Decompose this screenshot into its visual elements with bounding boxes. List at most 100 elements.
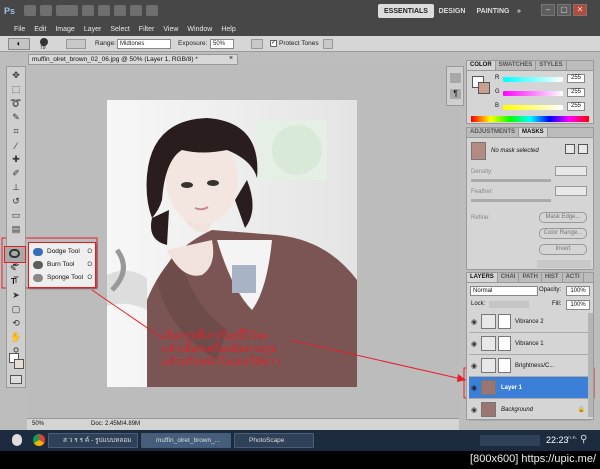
3d-rotate-tool-icon[interactable]: ⟲ (9, 317, 23, 330)
channel-r-label: R (495, 75, 500, 81)
channel-b-value[interactable]: 255 (567, 102, 585, 111)
path-select-tool-icon[interactable]: ➤ (9, 289, 23, 302)
clone-stamp-tool-icon[interactable]: ⊥ (9, 181, 23, 194)
visibility-eye-icon[interactable]: ◉ (469, 384, 479, 392)
layer-thumbnail (481, 380, 496, 395)
tab-styles[interactable]: STYLES (536, 61, 567, 70)
dodge-tool-label: Dodge Tool (47, 248, 80, 255)
adjustment-icon (481, 336, 496, 351)
layer-mask-thumb[interactable] (498, 336, 511, 351)
clock-date: ก.ค. (568, 435, 578, 441)
tools-panel: ✥ ⬚ ➰ ✎ ⌗ ⁄ ✚ ✐ ⊥ ↺ ▭ ▤ ✒ T ➤ ▢ ⟲ ✋ ⚲ (6, 66, 26, 388)
mask-edge-button[interactable]: Mask Edge... (539, 212, 587, 223)
search-icon[interactable]: ⚲ (580, 434, 587, 445)
quick-mask-icon[interactable] (10, 375, 22, 384)
visibility-eye-icon[interactable]: ◉ (469, 340, 479, 348)
masks-panel: ADJUSTMENTS MASKS No mask selected Densi… (466, 127, 594, 270)
zoom-field[interactable]: 50% (32, 419, 44, 430)
channel-b-slider[interactable] (503, 105, 563, 110)
burn-tool-item[interactable]: Burn Tool O (33, 259, 95, 270)
visibility-eye-icon[interactable]: ◉ (469, 318, 479, 326)
lasso-tool-icon[interactable]: ➰ (9, 97, 23, 110)
invert-button[interactable]: Invert (539, 244, 587, 255)
blend-mode-select[interactable]: Normal (470, 286, 538, 296)
fill-field[interactable]: 100% (566, 300, 590, 310)
doc-size-info: Doc: 2.45M/4.89M (91, 421, 141, 427)
tab-history[interactable]: HIST (542, 273, 563, 282)
feather-field[interactable] (555, 186, 587, 196)
layers-scrollbar[interactable] (588, 313, 593, 417)
layer-row-brightness[interactable]: ◉ Brightness/C... (469, 355, 591, 377)
brush-tool-icon[interactable]: ✐ (9, 167, 23, 180)
marquee-tool-icon[interactable]: ⬚ (9, 83, 23, 96)
tray-icons[interactable] (480, 435, 540, 446)
layer-row-vibrance-1[interactable]: ◉ Vibrance 1 (469, 333, 591, 355)
color-panel-tabs: COLOR SWATCHES STYLES (467, 61, 593, 71)
layer-row-layer-1[interactable]: ◉ Layer 1 (469, 377, 591, 399)
color-range-button[interactable]: Color Range... (539, 228, 587, 239)
quick-select-tool-icon[interactable]: ✎ (9, 111, 23, 124)
tab-layers[interactable]: LAYERS (467, 273, 498, 282)
gradient-tool-icon[interactable]: ▤ (9, 223, 23, 236)
mask-thumbnail (471, 142, 486, 160)
pixel-mask-icon[interactable] (565, 144, 575, 154)
channel-r-value[interactable]: 255 (567, 74, 585, 83)
layer-row-vibrance-2[interactable]: ◉ Vibrance 2 (469, 311, 591, 333)
healing-tool-icon[interactable]: ✚ (9, 153, 23, 166)
sponge-shortcut: O (87, 274, 92, 281)
history-panel-icon[interactable] (450, 73, 461, 83)
move-tool-icon[interactable]: ✥ (9, 69, 23, 82)
hand-tool-icon[interactable]: ✋ (9, 331, 23, 344)
taskbar-photoscape-window[interactable]: PhotoScape (234, 433, 314, 448)
lock-icon: 🔒 (577, 407, 585, 413)
vector-mask-icon[interactable] (578, 144, 588, 154)
sponge-tool-item[interactable]: Sponge Tool O (33, 272, 95, 283)
opacity-label: Opacity: (539, 287, 562, 293)
mask-footer-icons[interactable] (537, 260, 591, 268)
lock-icons[interactable] (489, 301, 529, 308)
eraser-tool-icon[interactable]: ▭ (9, 209, 23, 222)
tab-channels[interactable]: CHAI (498, 273, 520, 282)
tab-masks[interactable]: MASKS (519, 128, 548, 137)
sponge-icon (33, 273, 43, 282)
layer-name: Brightness/C... (515, 362, 555, 369)
crop-tool-icon[interactable]: ⌗ (9, 125, 23, 138)
channel-g-slider[interactable] (503, 91, 563, 96)
opacity-field[interactable]: 100% (566, 286, 590, 296)
tab-actions[interactable]: ACTI (563, 273, 584, 282)
dodge-tool-item[interactable]: Dodge Tool O (33, 246, 95, 257)
layer-row-background[interactable]: ◉ Background 🔒 (469, 399, 591, 421)
layer-name: Vibrance 1 (515, 340, 544, 347)
type-tool-icon-secondary[interactable]: T (11, 277, 16, 286)
layer-mask-thumb[interactable] (498, 358, 511, 373)
density-field[interactable] (555, 166, 587, 176)
channel-r-slider[interactable] (503, 77, 563, 82)
tab-color[interactable]: COLOR (467, 61, 496, 70)
paragraph-panel-icon[interactable]: ¶ (450, 89, 461, 99)
dodge-icon (33, 247, 43, 256)
lock-label: Lock: (471, 301, 486, 307)
visibility-eye-icon[interactable]: ◉ (469, 362, 479, 370)
tab-paths[interactable]: PATH (519, 273, 542, 282)
layer-name: Background (501, 406, 534, 413)
taskbar-photoshop-window[interactable]: muffin_olret_brown_... (141, 433, 231, 448)
color-spectrum-bar[interactable] (471, 116, 589, 122)
shape-tool-icon[interactable]: ▢ (9, 303, 23, 316)
history-brush-tool-icon[interactable]: ↺ (9, 195, 23, 208)
tab-adjustments[interactable]: ADJUSTMENTS (467, 128, 520, 137)
tab-swatches[interactable]: SWATCHES (496, 61, 537, 70)
background-color-chip[interactable] (478, 82, 490, 94)
taskbar-browser-window[interactable]: ส ว ร ร ค์ - รูปแบบหลอม ก... (48, 433, 138, 457)
background-color-swatch[interactable] (14, 359, 24, 369)
burn-tool-label: Burn Tool (47, 261, 75, 268)
density-slider[interactable] (471, 179, 551, 182)
channel-g-value[interactable]: 255 (567, 88, 585, 97)
eyedropper-tool-icon[interactable]: ⁄ (9, 139, 23, 152)
apple-logo-icon[interactable] (12, 434, 22, 446)
feather-slider[interactable] (471, 199, 551, 202)
visibility-eye-icon[interactable]: ◉ (469, 406, 479, 414)
toning-tools-flyout: Dodge Tool O Burn Tool O Sponge Tool O (28, 242, 96, 288)
layer-mask-thumb[interactable] (498, 314, 511, 329)
pen-tool-icon-secondary[interactable]: ✎ (10, 264, 17, 273)
chrome-icon[interactable] (33, 434, 45, 446)
